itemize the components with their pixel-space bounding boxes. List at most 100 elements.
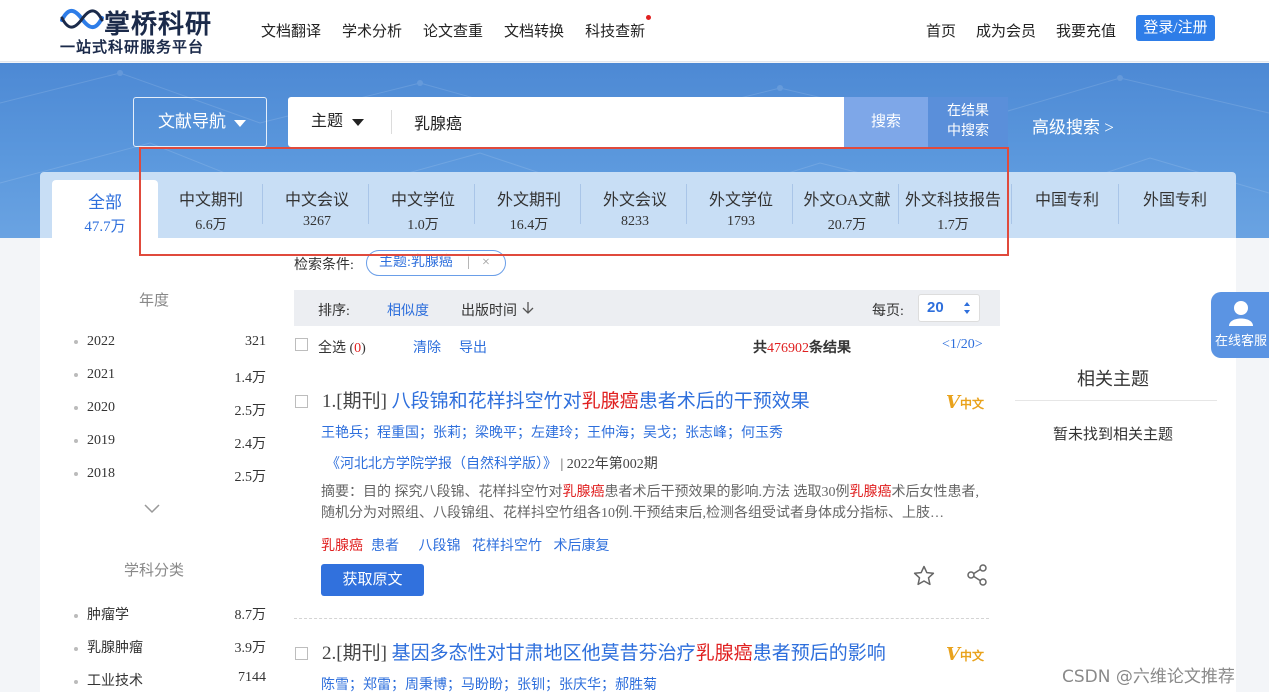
result-type: [期刊] — [336, 391, 387, 412]
nav-analysis[interactable]: 学术分析 — [342, 20, 402, 41]
subject-filter-item[interactable]: 工业技术 7144 — [74, 670, 266, 690]
nav-novelty-label: 科技查新 — [585, 24, 646, 40]
search-scope-select[interactable]: 主题 — [311, 97, 365, 147]
doc-nav-dropdown[interactable]: 文献导航 — [133, 97, 267, 147]
search-button[interactable]: 搜索 — [844, 97, 928, 147]
select-all-label[interactable]: 全选 (0) — [318, 337, 366, 357]
clear-selection-link[interactable]: 清除 — [413, 337, 441, 357]
abstract-text: 摘要：目的 探究八段锦、花样抖空竹对 — [321, 485, 563, 500]
filter-sidebar: 年度 2022 321 2021 1.4万 2020 2.5万 2019 2.4万 20… — [40, 238, 280, 692]
year-filter-item[interactable]: 2018 2.5万 — [74, 466, 266, 485]
title-part: 基因多态性对甘肃地区他莫昔芬治疗 — [391, 643, 696, 664]
search-input[interactable] — [414, 97, 824, 147]
online-service-label: 在线客服 — [1214, 334, 1267, 349]
tab-separator — [898, 184, 899, 224]
badge-label: 中文 — [959, 649, 984, 663]
year-count: 2.4万 — [234, 437, 267, 452]
result-title[interactable]: 2.[期刊] 基因多态性对甘肃地区他莫昔芬治疗乳腺癌患者预后的影响 — [322, 638, 886, 665]
tab-foreign-oa[interactable]: 外文OA文献 20.7万 — [794, 172, 900, 238]
keyword[interactable]: 术后康复 — [554, 539, 610, 554]
tab-foreign-journal[interactable]: 外文期刊 16.4万 — [476, 172, 582, 238]
result-title[interactable]: 1.[期刊] 八段锦和花样抖空竹对乳腺癌患者术后的干预效果 — [322, 386, 810, 413]
sort-relevance[interactable]: 相似度 — [387, 300, 429, 320]
tab-cn-journal[interactable]: 中文期刊 6.6万 — [158, 172, 264, 238]
bullet-icon — [74, 471, 78, 476]
export-link[interactable]: 导出 — [459, 337, 487, 357]
tab-all[interactable]: 全部 47.7万 — [52, 180, 158, 238]
nav-translate[interactable]: 文档翻译 — [261, 20, 321, 41]
tab-foreign-patent[interactable]: 外国专利 — [1122, 172, 1228, 238]
favorite-star-icon[interactable] — [912, 564, 936, 588]
link-recharge[interactable]: 我要充值 — [1056, 20, 1116, 41]
top-right-links: 首页 成为会员 我要充值 — [926, 20, 1116, 41]
nav-novelty-check[interactable]: 科技查新 — [585, 15, 652, 41]
tab-separator — [580, 184, 581, 224]
login-register-button[interactable]: 登录/注册 — [1136, 15, 1215, 41]
year-filter-item[interactable]: 2021 1.4万 — [74, 367, 266, 386]
online-service-button[interactable]: 在线客服 — [1211, 292, 1269, 358]
title-part: 八段锦和花样抖空竹对 — [391, 391, 582, 412]
expand-chevron-icon[interactable] — [144, 500, 160, 516]
keyword[interactable]: 花样抖空竹 — [472, 539, 542, 554]
per-page-select[interactable]: 20 — [918, 294, 980, 322]
category-tabs: 全部 47.7万 中文期刊 6.6万 中文会议 3267 中文学位 1.0万 外文期刊 1… — [40, 172, 1236, 238]
tab-foreign-conference[interactable]: 外文会议 8233 — [582, 172, 688, 238]
result-checkbox[interactable] — [295, 647, 308, 660]
keyword[interactable]: 八段锦 — [419, 539, 461, 554]
year-filter-item[interactable]: 2020 2.5万 — [74, 400, 266, 419]
related-topics-empty: 暂未找到相关主题 — [1052, 427, 1173, 443]
nav-plagiarism[interactable]: 论文查重 — [423, 20, 483, 41]
share-icon[interactable] — [966, 564, 988, 586]
remove-condition-icon[interactable]: × — [482, 251, 490, 275]
page-indicator[interactable]: <1/20> — [942, 337, 983, 353]
tab-label: 外文学位 — [708, 192, 773, 209]
advanced-search-link[interactable]: 高级搜索 > — [1032, 113, 1114, 138]
abstract-highlight: 乳腺癌 — [849, 485, 892, 500]
caret-down-icon — [352, 118, 365, 126]
logo-wave-icon — [60, 8, 104, 30]
sort-label: 排序: — [318, 304, 350, 319]
tab-foreign-tech-report[interactable]: 外文科技报告 1.7万 — [900, 172, 1006, 238]
result-checkbox[interactable] — [295, 395, 308, 408]
result-authors[interactable]: 王艳兵；程重国；张莉；梁晚平；左建玲；王仲海；吴戈；张志峰；何玉秀 — [321, 422, 783, 442]
user-avatar-icon — [1229, 301, 1253, 326]
nav-convert[interactable]: 文档转换 — [504, 20, 564, 41]
caret-down-icon — [234, 119, 246, 127]
year-filter-item[interactable]: 2019 2.4万 — [74, 433, 266, 452]
year-label: 2020 — [87, 400, 115, 415]
tab-cn-patent[interactable]: 中国专利 — [1014, 172, 1120, 238]
search-in-results-button[interactable]: 在结果 中搜索 — [928, 97, 1008, 147]
sort-date[interactable]: 出版时间 — [461, 300, 534, 320]
tab-label: 外文会议 — [602, 192, 667, 209]
main-nav: 文档翻译 学术分析 论文查重 文档转换 科技查新 — [261, 15, 652, 41]
tab-label: 中文期刊 — [178, 192, 243, 209]
bullet-icon — [74, 339, 78, 344]
tab-label: 外文科技报告 — [904, 192, 1001, 209]
subject-filter-item[interactable]: 肿瘤学 8.7万 — [74, 604, 266, 624]
result-authors[interactable]: 陈雪；郑雷；周秉博；马盼盼；张钏；张庆华；郝胜菊 — [321, 674, 657, 692]
tab-separator — [368, 184, 369, 224]
total-count: 476902 — [767, 341, 809, 356]
total-results: 共476902条结果 — [753, 337, 851, 357]
subject-filter-item[interactable]: 乳腺肿瘤 3.9万 — [74, 637, 266, 657]
source-journal[interactable]: 《河北北方学院学报（自然科学版）》 — [326, 457, 557, 472]
year-filter-item[interactable]: 2022 321 — [74, 334, 266, 350]
year-count: 2.5万 — [234, 470, 267, 485]
link-home[interactable]: 首页 — [926, 20, 956, 41]
logo[interactable]: 掌桥科研 一站式科研服务平台 — [60, 4, 230, 56]
subject-filter-title: 学科分类 — [123, 563, 184, 579]
tab-label: 中文学位 — [390, 192, 455, 209]
page-next: > — [974, 337, 983, 352]
tab-foreign-thesis[interactable]: 外文学位 1793 — [688, 172, 794, 238]
keyword[interactable]: 乳腺癌 患者 — [321, 539, 407, 554]
year-label: 2022 — [87, 334, 115, 349]
badge-v-icon: V — [946, 644, 960, 665]
search-divider — [391, 110, 392, 134]
sort-date-label: 出版时间 — [461, 304, 517, 319]
in-results-line1: 在结果 — [947, 104, 989, 119]
link-membership[interactable]: 成为会员 — [976, 20, 1036, 41]
tab-cn-conference[interactable]: 中文会议 3267 — [264, 172, 370, 238]
get-fulltext-button[interactable]: 获取原文 — [321, 564, 424, 596]
tab-cn-thesis[interactable]: 中文学位 1.0万 — [370, 172, 476, 238]
select-all-checkbox[interactable] — [295, 338, 308, 351]
